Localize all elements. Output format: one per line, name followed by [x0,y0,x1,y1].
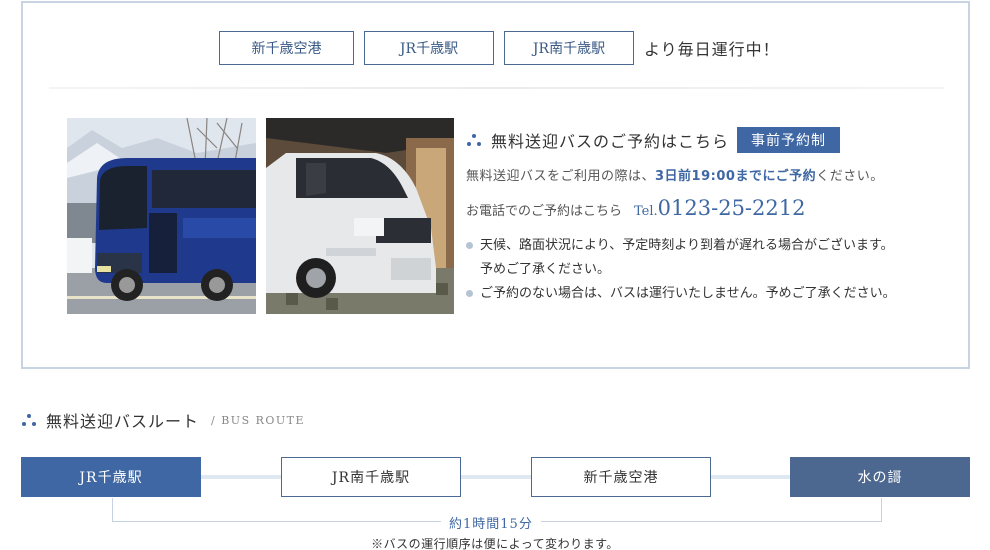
triple-dot-icon [467,134,481,146]
notes-list: 天候、路面状況により、予定時刻より到着が遅れる場合がございます。 予めご了承くだ… [466,234,956,306]
route-stop-jr-minami-chitose: JR南千歳駅 [281,457,461,497]
bus-photo [67,118,256,314]
route-connector [461,475,531,479]
advance-reservation-badge: 事前予約制 [737,127,841,153]
reservation-deadline-text: 無料送迎バスをご利用の際は、3日前19:00までにご予約ください。 [466,165,956,184]
station-tag-new-chitose-airport: 新千歳空港 [219,31,354,65]
deadline-highlight: 3日前19:00までにご予約 [655,169,817,184]
route-title: 無料送迎バスルート [46,412,200,431]
deadline-suffix: ください。 [816,169,884,184]
route-connector [711,475,790,479]
route-connector [201,475,281,479]
triple-dot-icon [22,414,36,426]
phone-prefix: Tel. [634,204,658,219]
route-heading: 無料送迎バスルート / BUS ROUTE [21,409,305,431]
route-stop-jr-chitose: JR千歳駅 [21,457,201,497]
station-tag-jr-minami-chitose: JR南千歳駅 [504,31,634,65]
route-stop-new-chitose-airport: 新千歳空港 [531,457,711,497]
station-list: 新千歳空港 JR千歳駅 JR南千歳駅 より毎日運行中！ [219,31,780,65]
note-item: 天候、路面状況により、予定時刻より到着が遅れる場合がございます。 [466,234,956,258]
van-photo [266,118,454,314]
phone-row: お電話でのご予約はこちら Tel. 0123-25-2212 [466,196,956,220]
route-stop-mizunouta: 水の謌 [790,457,970,497]
bus-info-panel: 新千歳空港 JR千歳駅 JR南千歳駅 より毎日運行中！ 無料送迎バスのご予約はこ… [21,1,970,369]
reservation-info: 無料送迎バスのご予約はこちら 事前予約制 無料送迎バスをご利用の際は、3日前19… [466,127,956,306]
station-tag-jr-chitose: JR千歳駅 [364,31,494,65]
route-subtitle: / BUS ROUTE [211,413,306,427]
phone-number-link[interactable]: 0123-25-2212 [658,196,806,220]
divider [49,87,944,89]
route-order-note: ※バスの運行順序は便によって変わります。 [371,537,619,550]
note-item-continued: 予めご了承ください。 [480,262,611,277]
deadline-prefix: 無料送迎バスをご利用の際は、 [466,169,656,184]
route-duration: 約1時間15分 [441,513,541,532]
phone-label: お電話でのご予約はこちら [466,204,623,219]
daily-operation-text: より毎日運行中！ [644,40,780,59]
reservation-title: 無料送迎バスのご予約はこちら [491,132,730,151]
reservation-heading: 無料送迎バスのご予約はこちら 事前予約制 [466,127,956,153]
note-item: ご予約のない場合は、バスは運行いたしません。予めご了承ください。 [466,282,956,306]
